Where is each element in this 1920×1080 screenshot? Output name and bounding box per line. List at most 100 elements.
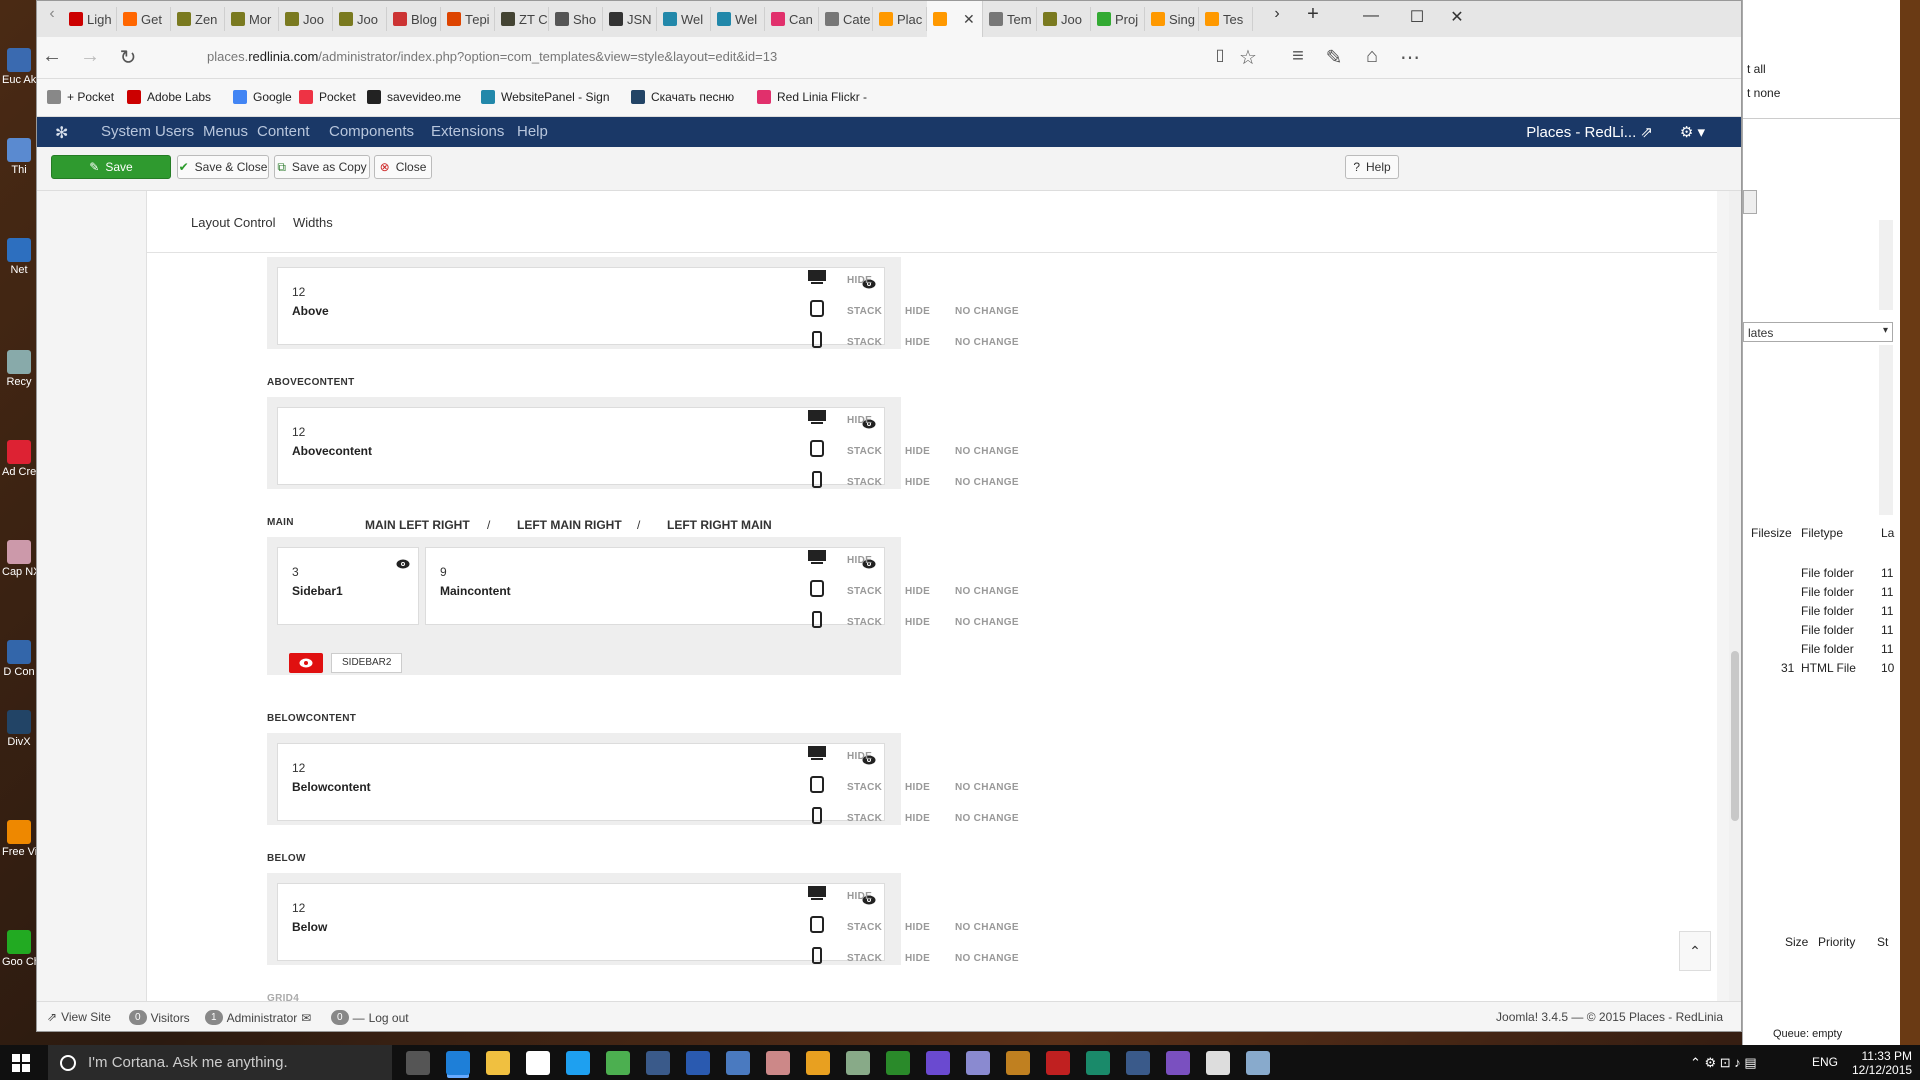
site-link[interactable]: Places - RedLi... ⇗ — [1526, 123, 1653, 141]
stack-option[interactable]: STACK — [847, 922, 882, 933]
show-hidden-button[interactable] — [289, 653, 323, 673]
chrome-icon[interactable] — [606, 1051, 630, 1075]
browser-tab[interactable]: ZT C — [495, 7, 549, 31]
browser-tab[interactable]: Cate — [819, 7, 873, 31]
filezilla-icon[interactable] — [1046, 1051, 1070, 1075]
hide-option[interactable]: HIDE — [905, 477, 930, 488]
browser-tab[interactable]: Blog — [387, 7, 441, 31]
close-tab-icon[interactable]: ✕ — [963, 11, 975, 28]
favorite-link[interactable]: savevideo.me — [367, 90, 461, 104]
main-layout-option[interactable]: MAIN LEFT RIGHT — [365, 518, 470, 532]
file-explorer-icon[interactable] — [486, 1051, 510, 1075]
layout-module-card[interactable]: 12 Abovecontent — [277, 407, 885, 485]
no-change-option[interactable]: NO CHANGE — [955, 617, 1019, 628]
browser-tab[interactable]: Tem — [983, 7, 1037, 31]
col-filesize[interactable]: Filesize — [1751, 526, 1792, 540]
browser-tab[interactable]: Joo — [279, 7, 333, 31]
col-size[interactable]: Size — [1785, 935, 1808, 949]
tab-layout-control[interactable]: Layout Control — [191, 215, 276, 230]
no-change-option[interactable]: NO CHANGE — [955, 446, 1019, 457]
layout-module-card[interactable]: 3 Sidebar1 — [277, 547, 419, 625]
no-change-option[interactable]: NO CHANGE — [955, 337, 1019, 348]
menu-item-content[interactable]: Content — [257, 123, 310, 140]
hide-option[interactable]: HIDE — [847, 555, 872, 566]
maximize-icon[interactable]: ☐ — [1397, 7, 1437, 27]
no-change-option[interactable]: NO CHANGE — [955, 922, 1019, 933]
close-window-icon[interactable]: ✕ — [1437, 7, 1477, 27]
share-icon[interactable]: ⌂ — [1357, 45, 1387, 68]
view-site-link[interactable]: ⇗ View Site — [47, 1010, 111, 1024]
scroll-thumb[interactable] — [1731, 651, 1739, 821]
hide-option[interactable]: HIDE — [905, 782, 930, 793]
visitors-status[interactable]: 0 Visitors — [129, 1010, 190, 1025]
admin-status[interactable]: 1 Administrator ✉ — [205, 1010, 311, 1025]
tab-widths[interactable]: Widths — [293, 215, 333, 230]
desktop-icon[interactable]: Ad Cre — [2, 440, 36, 479]
edge-icon[interactable] — [446, 1051, 470, 1075]
hide-option[interactable]: HIDE — [905, 922, 930, 933]
browser-tab[interactable]: Zen — [171, 7, 225, 31]
hide-option[interactable]: HIDE — [847, 751, 872, 762]
save-close-button[interactable]: ✔ Save & Close — [177, 155, 269, 179]
favorite-link[interactable]: Google — [233, 90, 292, 104]
eye-icon[interactable] — [396, 558, 410, 569]
hide-option[interactable]: HIDE — [905, 953, 930, 964]
settings-icon[interactable] — [1206, 1051, 1230, 1075]
stack-option[interactable]: STACK — [847, 306, 882, 317]
save-copy-button[interactable]: ⧉ Save as Copy — [274, 155, 370, 179]
browser-tab[interactable]: Wel — [657, 7, 711, 31]
hide-option[interactable]: HIDE — [905, 586, 930, 597]
desktop-icon[interactable]: Free Vide — [2, 820, 36, 859]
desktop-icon[interactable]: Goo Chr — [2, 930, 36, 969]
path-dropdown[interactable]: lates ▾ — [1743, 322, 1893, 342]
app-icon[interactable] — [726, 1051, 750, 1075]
clock[interactable]: 11:33 PM 12/12/2015 — [1852, 1049, 1912, 1077]
stack-option[interactable]: STACK — [847, 337, 882, 348]
no-change-option[interactable]: NO CHANGE — [955, 953, 1019, 964]
favorite-link[interactable]: Скачать песню — [631, 90, 734, 104]
browser-tab[interactable]: ✕ — [927, 1, 983, 37]
browser-tab[interactable]: Sing — [1145, 7, 1199, 31]
stack-option[interactable]: STACK — [847, 782, 882, 793]
hide-option[interactable]: HIDE — [847, 415, 872, 426]
scrollbar-top[interactable] — [1879, 220, 1893, 310]
scroll-to-top-button[interactable]: ⌃ — [1679, 931, 1711, 971]
col-priority[interactable]: Priority — [1818, 935, 1855, 949]
browser-tab[interactable]: Wel — [711, 7, 765, 31]
no-change-option[interactable]: NO CHANGE — [955, 586, 1019, 597]
browser-tab[interactable]: Sho — [549, 7, 603, 31]
minimize-icon[interactable]: — — [1351, 7, 1391, 25]
app-icon[interactable] — [886, 1051, 910, 1075]
tray-icons[interactable]: ⌃ ⚙ ⊡ ♪ ▤ — [1690, 1055, 1757, 1071]
app-icon[interactable] — [926, 1051, 950, 1075]
stack-option[interactable]: STACK — [847, 477, 882, 488]
desktop-icon[interactable]: Euc Aki — [2, 48, 36, 87]
hide-option[interactable]: HIDE — [905, 813, 930, 824]
save-button[interactable]: ✎ Save — [51, 155, 171, 179]
browser-tab[interactable]: Mor — [225, 7, 279, 31]
dropdown-arrow[interactable] — [1743, 190, 1757, 214]
select-none-link[interactable]: t none — [1747, 86, 1780, 100]
no-change-option[interactable]: NO CHANGE — [955, 477, 1019, 488]
no-change-option[interactable]: NO CHANGE — [955, 306, 1019, 317]
stack-option[interactable]: STACK — [847, 813, 882, 824]
favorite-link[interactable]: WebsitePanel - Sign — [481, 90, 610, 104]
settings-gear-icon[interactable]: ⚙ ▾ — [1680, 123, 1705, 141]
stack-option[interactable]: STACK — [847, 446, 882, 457]
windows-start-icon[interactable] — [12, 1054, 30, 1072]
hide-option[interactable]: HIDE — [905, 617, 930, 628]
app-icon[interactable] — [766, 1051, 790, 1075]
stack-option[interactable]: STACK — [847, 617, 882, 628]
url-field[interactable]: places.redlinia.com/administrator/index.… — [207, 49, 777, 64]
reading-view-icon[interactable]: ▯ — [1205, 45, 1235, 65]
refresh-icon[interactable]: ↻ — [113, 45, 143, 70]
menu-item-help[interactable]: Help — [517, 123, 548, 140]
viber-icon[interactable] — [1166, 1051, 1190, 1075]
hub-icon[interactable]: ≡ — [1283, 45, 1313, 68]
menu-item-system[interactable]: System — [101, 123, 151, 140]
app-icon[interactable] — [966, 1051, 990, 1075]
desktop-icon[interactable]: Thi — [2, 138, 36, 177]
favorite-link[interactable]: Red Linia Flickr - — [757, 90, 867, 104]
hide-option[interactable]: HIDE — [905, 306, 930, 317]
new-tab-icon[interactable]: + — [1293, 3, 1333, 26]
